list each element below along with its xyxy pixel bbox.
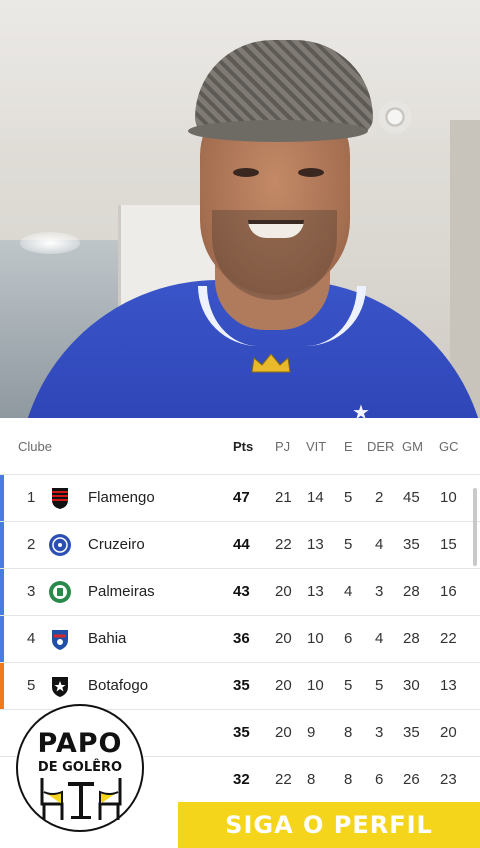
stat-pj: 20	[275, 583, 292, 600]
position: 4	[27, 630, 36, 647]
position: 5	[27, 677, 36, 694]
stat-vit: 13	[307, 536, 324, 553]
botafogo-crest-icon	[52, 677, 68, 697]
stat-gm: 45	[403, 489, 420, 506]
stat-pts: 44	[233, 536, 250, 553]
stat-pts: 47	[233, 489, 250, 506]
stat-e: 8	[344, 724, 353, 741]
star-icon: ★	[352, 402, 370, 418]
qualification-bar	[0, 475, 4, 521]
stat-pts: 35	[233, 724, 250, 741]
table-chairs-icon	[40, 778, 122, 820]
stat-e: 6	[344, 630, 353, 647]
stat-der: 3	[375, 583, 384, 600]
papo-de-golero-logo: PAPO DE GOLÊRO	[16, 704, 144, 832]
header-club: Clube	[18, 439, 52, 454]
qualification-bar	[0, 616, 4, 662]
table-row[interactable]: 4 Bahia 36 20 10 6 4 28 22	[0, 615, 480, 662]
position: 3	[27, 583, 36, 600]
stat-gm: 28	[403, 583, 420, 600]
stat-pts: 35	[233, 677, 250, 694]
stat-der: 4	[375, 630, 384, 647]
header-pts: Pts	[233, 439, 254, 454]
stat-e: 8	[344, 771, 353, 788]
stat-e: 5	[344, 677, 353, 694]
stat-vit: 9	[307, 724, 316, 741]
cruzeiro-crest-icon	[49, 534, 71, 556]
position: 1	[27, 489, 36, 506]
stat-vit: 10	[307, 677, 324, 694]
stat-der: 3	[375, 724, 384, 741]
follow-profile-label: SIGA O PERFIL	[225, 811, 433, 839]
club-name[interactable]: Flamengo	[88, 489, 155, 506]
video-frame: ★	[0, 0, 480, 418]
table-row[interactable]: 1 Flamengo 47 21 14 5 2 45 10	[0, 474, 480, 521]
light-glare	[20, 232, 80, 254]
table-row[interactable]: 5 Botafogo 35 20 10 5 5 30 13	[0, 662, 480, 709]
logo-title: PAPO	[37, 728, 123, 759]
stat-vit: 10	[307, 630, 324, 647]
qualification-bar	[0, 569, 4, 615]
stat-gc: 10	[440, 489, 457, 506]
cap-brim	[188, 120, 368, 142]
stat-pts: 43	[233, 583, 250, 600]
header-der: DER	[367, 439, 395, 454]
stat-gc: 15	[440, 536, 457, 553]
follow-profile-banner[interactable]: SIGA O PERFIL	[178, 802, 480, 848]
stat-pj: 22	[275, 771, 292, 788]
header-gc: GC	[439, 439, 459, 454]
table-header: Clube Pts PJ VIT E DER GM GC	[0, 418, 480, 474]
left-eye	[233, 168, 259, 177]
stat-vit: 8	[307, 771, 316, 788]
stat-pj: 20	[275, 724, 292, 741]
stat-der: 2	[375, 489, 384, 506]
flamengo-crest-icon	[52, 488, 68, 509]
club-name[interactable]: Bahia	[88, 630, 126, 647]
qualification-bar	[0, 663, 4, 709]
stat-pts: 36	[233, 630, 250, 647]
right-eye	[298, 168, 324, 177]
stat-gc: 22	[440, 630, 457, 647]
stat-gc: 16	[440, 583, 457, 600]
palmeiras-crest-icon	[49, 581, 71, 603]
stat-pj: 21	[275, 489, 292, 506]
stat-gm: 35	[403, 536, 420, 553]
position: 2	[27, 536, 36, 553]
header-e: E	[344, 439, 353, 454]
stat-gm: 30	[403, 677, 420, 694]
stat-gm: 28	[403, 630, 420, 647]
stat-e: 5	[344, 489, 353, 506]
stat-gm: 35	[403, 724, 420, 741]
stat-vit: 14	[307, 489, 324, 506]
header-vit: VIT	[306, 439, 327, 454]
stat-pj: 22	[275, 536, 292, 553]
stat-e: 4	[344, 583, 353, 600]
stat-gc: 13	[440, 677, 457, 694]
stat-pj: 20	[275, 630, 292, 647]
stat-pts: 32	[233, 771, 250, 788]
crown-badge-icon	[251, 353, 291, 373]
club-name[interactable]: Palmeiras	[88, 583, 155, 600]
stat-vit: 13	[307, 583, 324, 600]
logo-subtitle: DE GOLÊRO	[37, 760, 123, 775]
bahia-crest-icon	[52, 630, 68, 650]
stat-gc: 23	[440, 771, 457, 788]
club-name[interactable]: Cruzeiro	[88, 536, 145, 553]
stat-der: 4	[375, 536, 384, 553]
header-pj: PJ	[275, 439, 291, 454]
stat-pj: 20	[275, 677, 292, 694]
ceiling-vent	[378, 100, 412, 134]
stat-gc: 20	[440, 724, 457, 741]
stat-der: 6	[375, 771, 384, 788]
club-name[interactable]: Botafogo	[88, 677, 148, 694]
header-gm: GM	[402, 439, 423, 454]
stat-der: 5	[375, 677, 384, 694]
stat-gm: 26	[403, 771, 420, 788]
table-row[interactable]: 3 Palmeiras 43 20 13 4 3 28 16	[0, 568, 480, 615]
scrollbar[interactable]	[473, 488, 477, 566]
table-row[interactable]: 2 Cruzeiro 44 22 13 5 4 35 15	[0, 521, 480, 568]
stat-e: 5	[344, 536, 353, 553]
qualification-bar	[0, 522, 4, 568]
